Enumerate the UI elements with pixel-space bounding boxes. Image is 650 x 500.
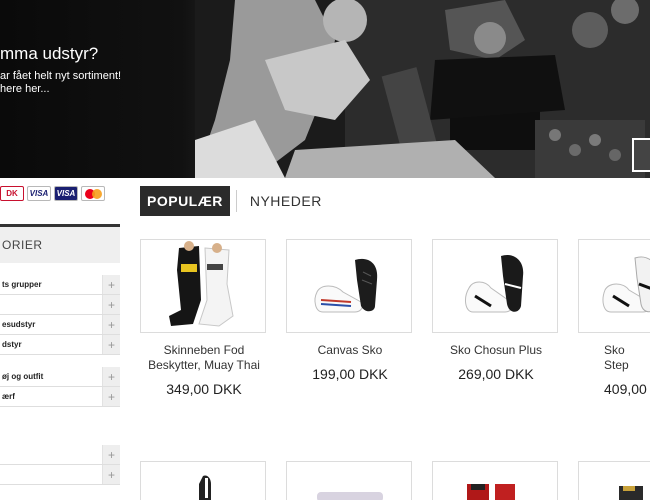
product-thumbnail xyxy=(199,475,211,500)
product-price: 409,00 xyxy=(604,381,647,397)
sidebar-item[interactable]: ts grupper + xyxy=(0,275,120,295)
banner-subtext-line2: here her... xyxy=(0,83,50,95)
payment-methods: DK VISA VISA xyxy=(0,186,105,202)
product-image[interactable] xyxy=(140,461,266,500)
visa-logo: VISA xyxy=(27,186,51,201)
product-image[interactable] xyxy=(432,239,558,333)
banner-text: mma udstyr? ar fået helt nyt sortiment! … xyxy=(0,44,121,96)
visa-electron-logo: VISA xyxy=(54,186,78,201)
banner-slide-thumbnail[interactable] xyxy=(632,138,650,172)
hero-banner[interactable]: mma udstyr? ar fået helt nyt sortiment! … xyxy=(0,0,650,178)
chosun-shoe-image xyxy=(465,254,524,313)
product-card[interactable] xyxy=(578,461,650,500)
product-card[interactable]: Sko Step 409,00 xyxy=(578,239,650,397)
product-image[interactable] xyxy=(286,461,412,500)
dankort-logo: DK xyxy=(0,186,24,201)
product-card[interactable] xyxy=(140,461,268,500)
expand-plus-icon[interactable]: + xyxy=(102,367,120,386)
tab-divider xyxy=(235,190,237,212)
tab-news[interactable]: NYHEDER xyxy=(243,186,329,216)
product-name[interactable]: Skinneben Fod Beskytter, Muay Thai xyxy=(140,343,268,373)
product-thumbnail xyxy=(619,486,643,500)
sidebar-item[interactable]: øj og outfit + xyxy=(0,367,120,387)
sidebar-item[interactable]: + xyxy=(0,445,120,465)
product-card[interactable] xyxy=(286,461,414,500)
product-tabs: POPULÆR NYHEDER xyxy=(140,186,329,216)
expand-plus-icon[interactable]: + xyxy=(102,275,120,294)
step-shoe-image xyxy=(602,256,650,313)
sidebar-heading: ORIER xyxy=(0,227,120,263)
product-name[interactable]: Sko Step xyxy=(578,343,650,373)
expand-plus-icon[interactable]: + xyxy=(102,465,120,484)
product-price: 269,00 DKK xyxy=(458,366,534,382)
product-image[interactable] xyxy=(578,461,650,500)
product-image[interactable] xyxy=(432,461,558,500)
canvas-shoe-image xyxy=(314,258,378,313)
expand-plus-icon[interactable]: + xyxy=(102,295,120,314)
expand-plus-icon[interactable]: + xyxy=(102,335,120,354)
product-card[interactable]: Skinneben Fod Beskytter, Muay Thai 349,0… xyxy=(140,239,268,397)
tab-popular[interactable]: POPULÆR xyxy=(140,186,230,216)
product-card[interactable]: Sko Chosun Plus 269,00 DKK xyxy=(432,239,560,382)
banner-subtext-line1: ar fået helt nyt sortiment! xyxy=(0,70,122,82)
category-sidebar: ORIER ts grupper + + esudstyr + dstyr + øj … xyxy=(0,224,120,485)
product-thumbnail xyxy=(467,484,515,500)
sidebar-item[interactable]: ærf + xyxy=(0,387,120,407)
shin-guard-image xyxy=(169,241,234,327)
banner-heading: mma udstyr? xyxy=(0,44,99,63)
fighter-photo xyxy=(195,0,650,178)
sidebar-item[interactable]: esudstyr + xyxy=(0,315,120,335)
product-price: 199,00 DKK xyxy=(312,366,388,382)
mastercard-logo xyxy=(81,186,105,201)
product-image[interactable] xyxy=(140,239,266,333)
product-card[interactable]: Canvas Sko 199,00 DKK xyxy=(286,239,414,382)
sidebar-item[interactable]: dstyr + xyxy=(0,335,120,355)
product-image[interactable] xyxy=(578,239,650,333)
expand-plus-icon[interactable]: + xyxy=(102,387,120,406)
sidebar-item[interactable]: + xyxy=(0,295,120,315)
product-name[interactable]: Canvas Sko xyxy=(286,343,414,358)
product-price: 349,00 DKK xyxy=(166,381,242,397)
product-image[interactable] xyxy=(286,239,412,333)
product-thumbnail xyxy=(317,492,383,500)
expand-plus-icon[interactable]: + xyxy=(102,445,120,464)
sidebar-item[interactable]: + xyxy=(0,465,120,485)
product-card[interactable] xyxy=(432,461,560,500)
expand-plus-icon[interactable]: + xyxy=(102,315,120,334)
product-name[interactable]: Sko Chosun Plus xyxy=(432,343,560,358)
